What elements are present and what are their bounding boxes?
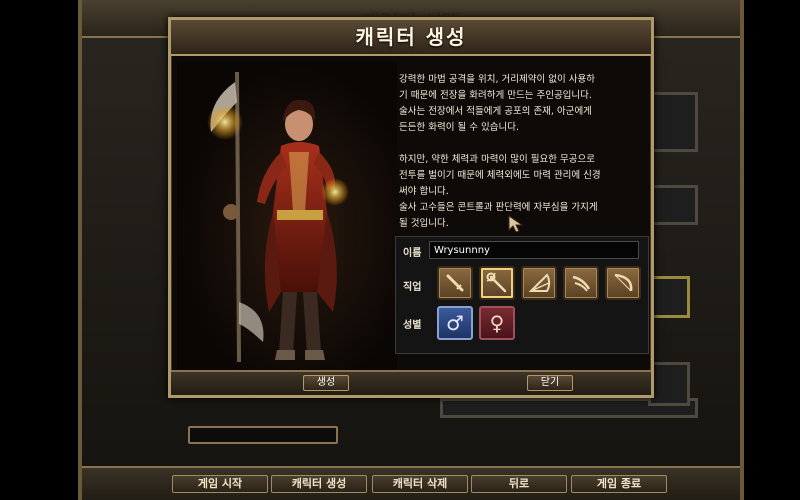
back-button[interactable]: 뒤로 xyxy=(471,475,567,493)
fan-icon xyxy=(528,273,551,292)
create-button[interactable]: 생성 xyxy=(303,375,349,391)
character-name-input[interactable] xyxy=(429,241,639,259)
description-line: 술사는 전장에서 적들에게 공포의 존재, 아군에게 xyxy=(399,106,592,117)
character-name-field[interactable] xyxy=(188,426,338,444)
job-label: 직업 xyxy=(403,282,422,293)
character-slot-5[interactable] xyxy=(648,362,690,406)
quit-game-button[interactable]: 게임 종료 xyxy=(571,475,667,493)
dialog-footer xyxy=(171,370,651,395)
staff-icon xyxy=(486,272,507,293)
description-line: 든든한 화력이 될 수 있습니다. xyxy=(399,122,519,133)
character-slot-1[interactable] xyxy=(648,92,698,152)
job-staff-button[interactable] xyxy=(479,266,515,300)
job-sword-button[interactable] xyxy=(437,266,473,300)
female-icon: ♀ xyxy=(489,311,505,335)
bow-icon xyxy=(614,273,633,292)
character-slot-3-selected[interactable] xyxy=(648,276,690,318)
delete-character-button[interactable]: 캐릭터 삭제 xyxy=(372,475,468,493)
sword-icon xyxy=(446,274,464,292)
gender-label: 성별 xyxy=(403,320,422,331)
class-description: 강력한 마법 공격을 위치, 거리제약이 없이 사용하 기 때문에 전장을 화려… xyxy=(399,72,639,232)
create-character-button[interactable]: 캐릭터 생성 xyxy=(271,475,367,493)
close-button[interactable]: 닫기 xyxy=(527,375,573,391)
start-game-button[interactable]: 게임 시작 xyxy=(172,475,268,493)
job-bow-button[interactable] xyxy=(605,266,641,300)
gender-female-button[interactable]: ♀ xyxy=(479,306,515,340)
description-line: 써야 합니다. xyxy=(399,186,449,197)
character-portrait xyxy=(177,62,397,370)
description-line: 강력한 마법 공격을 위치, 거리제약이 없이 사용하 xyxy=(399,74,595,85)
description-line: 기 때문에 전장을 화려하게 만드는 주인공입니다. xyxy=(399,90,592,101)
character-slot-2[interactable] xyxy=(648,185,698,225)
male-icon: ♂ xyxy=(446,311,464,335)
mouse-cursor-icon xyxy=(508,215,524,233)
gender-male-button[interactable]: ♂ xyxy=(437,306,473,340)
mage-figure-illustration xyxy=(207,71,349,363)
job-twin-blade-button[interactable] xyxy=(563,266,599,300)
name-label: 이름 xyxy=(403,248,422,259)
job-fan-button[interactable] xyxy=(521,266,557,300)
description-line: 전투를 벌이기 때문에 체력외에도 마력 관리에 신경 xyxy=(399,170,601,181)
dialog-title: 캐릭터 생성 xyxy=(171,20,651,56)
twin-blade-icon xyxy=(572,275,591,292)
create-character-dialog: 캐릭터 생성 강력한 마법 공격을 위치, 거리제약이 없이 사용하 기 때문에… xyxy=(168,17,654,398)
description-line: 하지만, 약한 체력과 마력이 많이 필요한 무공으로 xyxy=(399,154,595,165)
